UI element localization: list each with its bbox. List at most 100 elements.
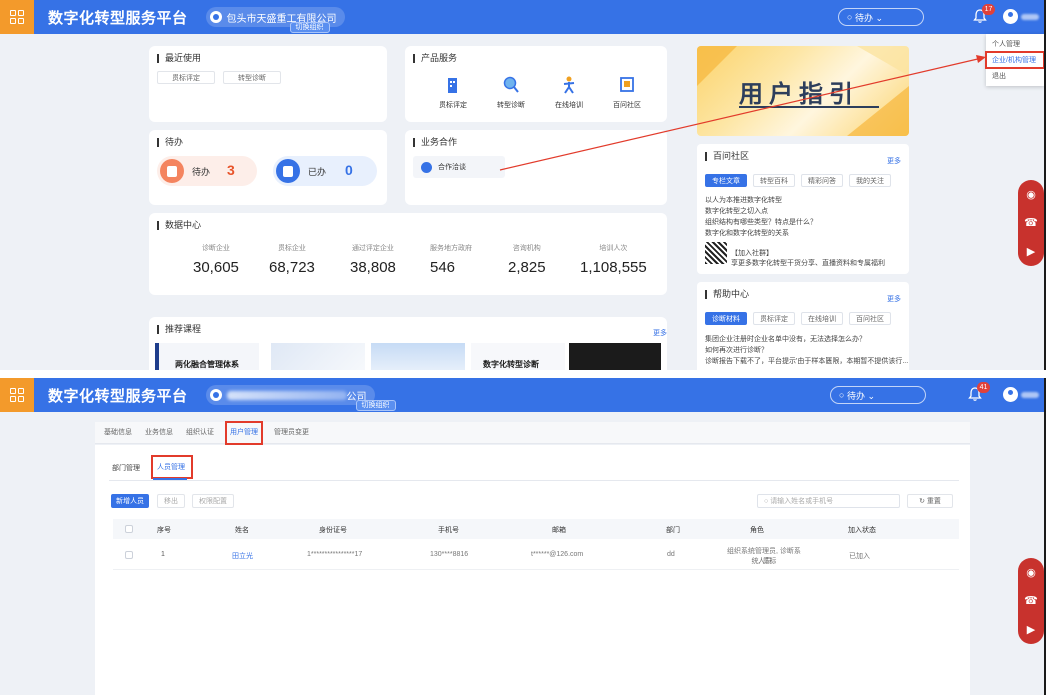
- tab-user-management[interactable]: 用户管理: [225, 421, 263, 445]
- cell-phone: 130****8816: [430, 551, 469, 558]
- switch-org-tag[interactable]: 切换组织: [355, 400, 396, 411]
- community-line-2[interactable]: 数字化转型之切入点: [705, 206, 768, 216]
- help-tab-assessment[interactable]: 贯标评定: [753, 312, 795, 325]
- tab-org-auth[interactable]: 组织认证: [186, 423, 214, 443]
- bell-icon[interactable]: 41: [968, 382, 990, 403]
- col-id: 身份证号: [319, 527, 347, 534]
- switch-org-tag[interactable]: 切换组织: [289, 22, 330, 33]
- search-label: 待办 ⌄: [854, 12, 883, 23]
- company-icon: [209, 389, 222, 401]
- help-more-link[interactable]: 更多: [887, 294, 901, 304]
- tab-business-info[interactable]: 业务信息: [145, 423, 173, 443]
- help-line-3[interactable]: 诊断报告下载不了，平台提示'由于样本匮限，本期暂不提供该行...: [705, 356, 908, 366]
- courses-card: 推荐课程 更多 两化融合管理体系 数字化转型诊断: [149, 317, 667, 370]
- recent-title: 最近使用: [157, 54, 201, 63]
- product-assessment[interactable]: 贯标评定: [433, 76, 473, 110]
- help-tab-training[interactable]: 在线培训: [801, 312, 843, 325]
- row-checkbox[interactable]: [125, 551, 133, 559]
- play-icon[interactable]: ▶: [1027, 245, 1035, 258]
- tab-basic-info[interactable]: 基础信息: [104, 423, 132, 443]
- product-training[interactable]: 在线培训: [549, 76, 589, 110]
- phone-icon[interactable]: ☎: [1024, 594, 1038, 607]
- community-tab-follow[interactable]: 我的关注: [849, 174, 891, 187]
- menu-item-logout[interactable]: 退出: [986, 68, 1044, 84]
- col-email: 邮箱: [552, 527, 566, 534]
- help-line-1[interactable]: 集团企业注册时企业名单中没有，无法选择怎么办？: [705, 334, 866, 344]
- tab-admin-change[interactable]: 管理员变更: [274, 423, 309, 443]
- product-label: 贯标评定: [439, 102, 467, 109]
- todo-search[interactable]: ○ 待办 ⌄: [838, 8, 924, 26]
- bell-icon[interactable]: 17: [973, 4, 995, 25]
- community-line-4[interactable]: 数字化和数字化转型的关系: [705, 228, 789, 238]
- community-tab-encyclopedia[interactable]: 转型百科: [753, 174, 795, 187]
- cooperation-negotiate[interactable]: 合作洽谈: [413, 156, 505, 178]
- user-dropdown-menu: 个人管理 企业/机构管理 退出: [985, 34, 1044, 86]
- course-thumb-3[interactable]: [371, 343, 465, 370]
- select-all-checkbox[interactable]: [125, 525, 133, 533]
- search-icon: ○: [847, 12, 855, 22]
- community-line-1[interactable]: 以人为本推进数字化转型: [705, 195, 782, 205]
- recent-item-assessment[interactable]: 贯标评定: [157, 71, 215, 84]
- user-avatar-icon[interactable]: [1003, 387, 1018, 402]
- product-community[interactable]: 百问社区: [607, 76, 647, 110]
- app-grid-icon[interactable]: [0, 378, 34, 412]
- cell-status: 已加入: [849, 553, 870, 560]
- product-label: 百问社区: [613, 102, 641, 109]
- magnifier-icon: [503, 76, 519, 94]
- courses-more-link[interactable]: 更多: [653, 328, 667, 338]
- todo-search[interactable]: ○ 待办 ⌄: [830, 386, 926, 404]
- stat-passed: 通过评定企业 38,808: [350, 245, 396, 276]
- side-floating-toolbar: ◉ ☎ ▶: [1018, 558, 1044, 644]
- remove-button[interactable]: 移出: [157, 494, 185, 508]
- play-icon[interactable]: ▶: [1027, 623, 1035, 636]
- top-bar: 数字化转型服务平台 包头市天盛重工有限公司 切换组织 ○ 待办 ⌄ 17: [0, 0, 1044, 34]
- community-line-3[interactable]: 组织结构有哪些类型？特点是什么？: [705, 217, 817, 227]
- row-divider: [113, 569, 959, 570]
- community-tab-qa[interactable]: 精彩问答: [801, 174, 843, 187]
- products-title: 产品服务: [413, 54, 457, 63]
- cell-email: t******@126.com: [531, 551, 584, 558]
- company-switcher[interactable]: 公司 切换组织: [205, 385, 396, 411]
- products-card: 产品服务 贯标评定 转型诊断 在线培训 百问社区: [405, 46, 667, 122]
- help-line-2[interactable]: 如何再次进行诊断？: [705, 345, 768, 355]
- data-center-card: 数据中心 诊断企业 30,605 贯标企业 68,723 通过评定企业 38,808 …: [149, 213, 667, 295]
- add-person-button[interactable]: 新增人员: [111, 494, 149, 508]
- top-bar: 数字化转型服务平台 公司 切换组织 ○ 待办 ⌄ 41: [0, 378, 1044, 412]
- screenshot-workbench: 数字化转型服务平台 包头市天盛重工有限公司 切换组织 ○ 待办 ⌄ 17 个人管…: [0, 0, 1046, 370]
- recent-item-diagnosis[interactable]: 转型诊断: [223, 71, 281, 84]
- course-thumb-5[interactable]: [569, 343, 661, 370]
- reset-button[interactable]: ↻ 重置: [907, 494, 953, 508]
- course-thumb-2[interactable]: [271, 343, 365, 370]
- eye-icon[interactable]: ◉: [1026, 566, 1036, 579]
- col-name: 姓名: [235, 527, 249, 534]
- product-diagnosis[interactable]: 转型诊断: [491, 76, 531, 110]
- done-label: 已办: [308, 166, 327, 177]
- course-thumb-title: 两化融合管理体系: [175, 360, 239, 369]
- cell-name[interactable]: 田立光: [232, 551, 253, 561]
- user-guide-banner[interactable]: 用户指引: [697, 46, 909, 136]
- eye-icon[interactable]: ◉: [1026, 188, 1036, 201]
- subtab-divider: [109, 480, 959, 481]
- course-thumb-1[interactable]: 两化融合管理体系: [155, 343, 259, 370]
- todo-pending-pill[interactable]: 待办 3: [157, 156, 257, 186]
- courses-title: 推荐课程: [157, 325, 201, 334]
- search-input[interactable]: ○ 请输入姓名或手机号: [757, 494, 900, 508]
- help-tab-community[interactable]: 百问社区: [849, 312, 891, 325]
- app-grid-icon[interactable]: [0, 0, 34, 34]
- platform-title: 数字化转型服务平台: [48, 9, 188, 27]
- todo-done-pill[interactable]: 已办 0: [273, 156, 377, 186]
- course-thumb-4[interactable]: 数字化转型诊断: [471, 343, 565, 370]
- help-tab-diagnosis[interactable]: 诊断材料: [705, 312, 747, 325]
- subtab-department[interactable]: 部门管理: [112, 463, 140, 473]
- user-avatar-icon[interactable]: [1003, 9, 1018, 24]
- menu-item-org-management[interactable]: 企业/机构管理: [985, 51, 1044, 69]
- menu-item-personal[interactable]: 个人管理: [986, 36, 1044, 52]
- community-tab-articles[interactable]: 专栏文章: [705, 174, 747, 187]
- phone-icon[interactable]: ☎: [1024, 216, 1038, 229]
- done-count: 0: [345, 162, 353, 178]
- permission-config-button[interactable]: 权限配置: [192, 494, 234, 508]
- community-more-link[interactable]: 更多: [887, 156, 901, 166]
- stat-consulting: 咨询机构 2,825: [508, 245, 546, 276]
- company-switcher[interactable]: 包头市天盛重工有限公司 切换组织: [205, 7, 345, 33]
- recent-card: 最近使用 贯标评定 转型诊断: [149, 46, 387, 122]
